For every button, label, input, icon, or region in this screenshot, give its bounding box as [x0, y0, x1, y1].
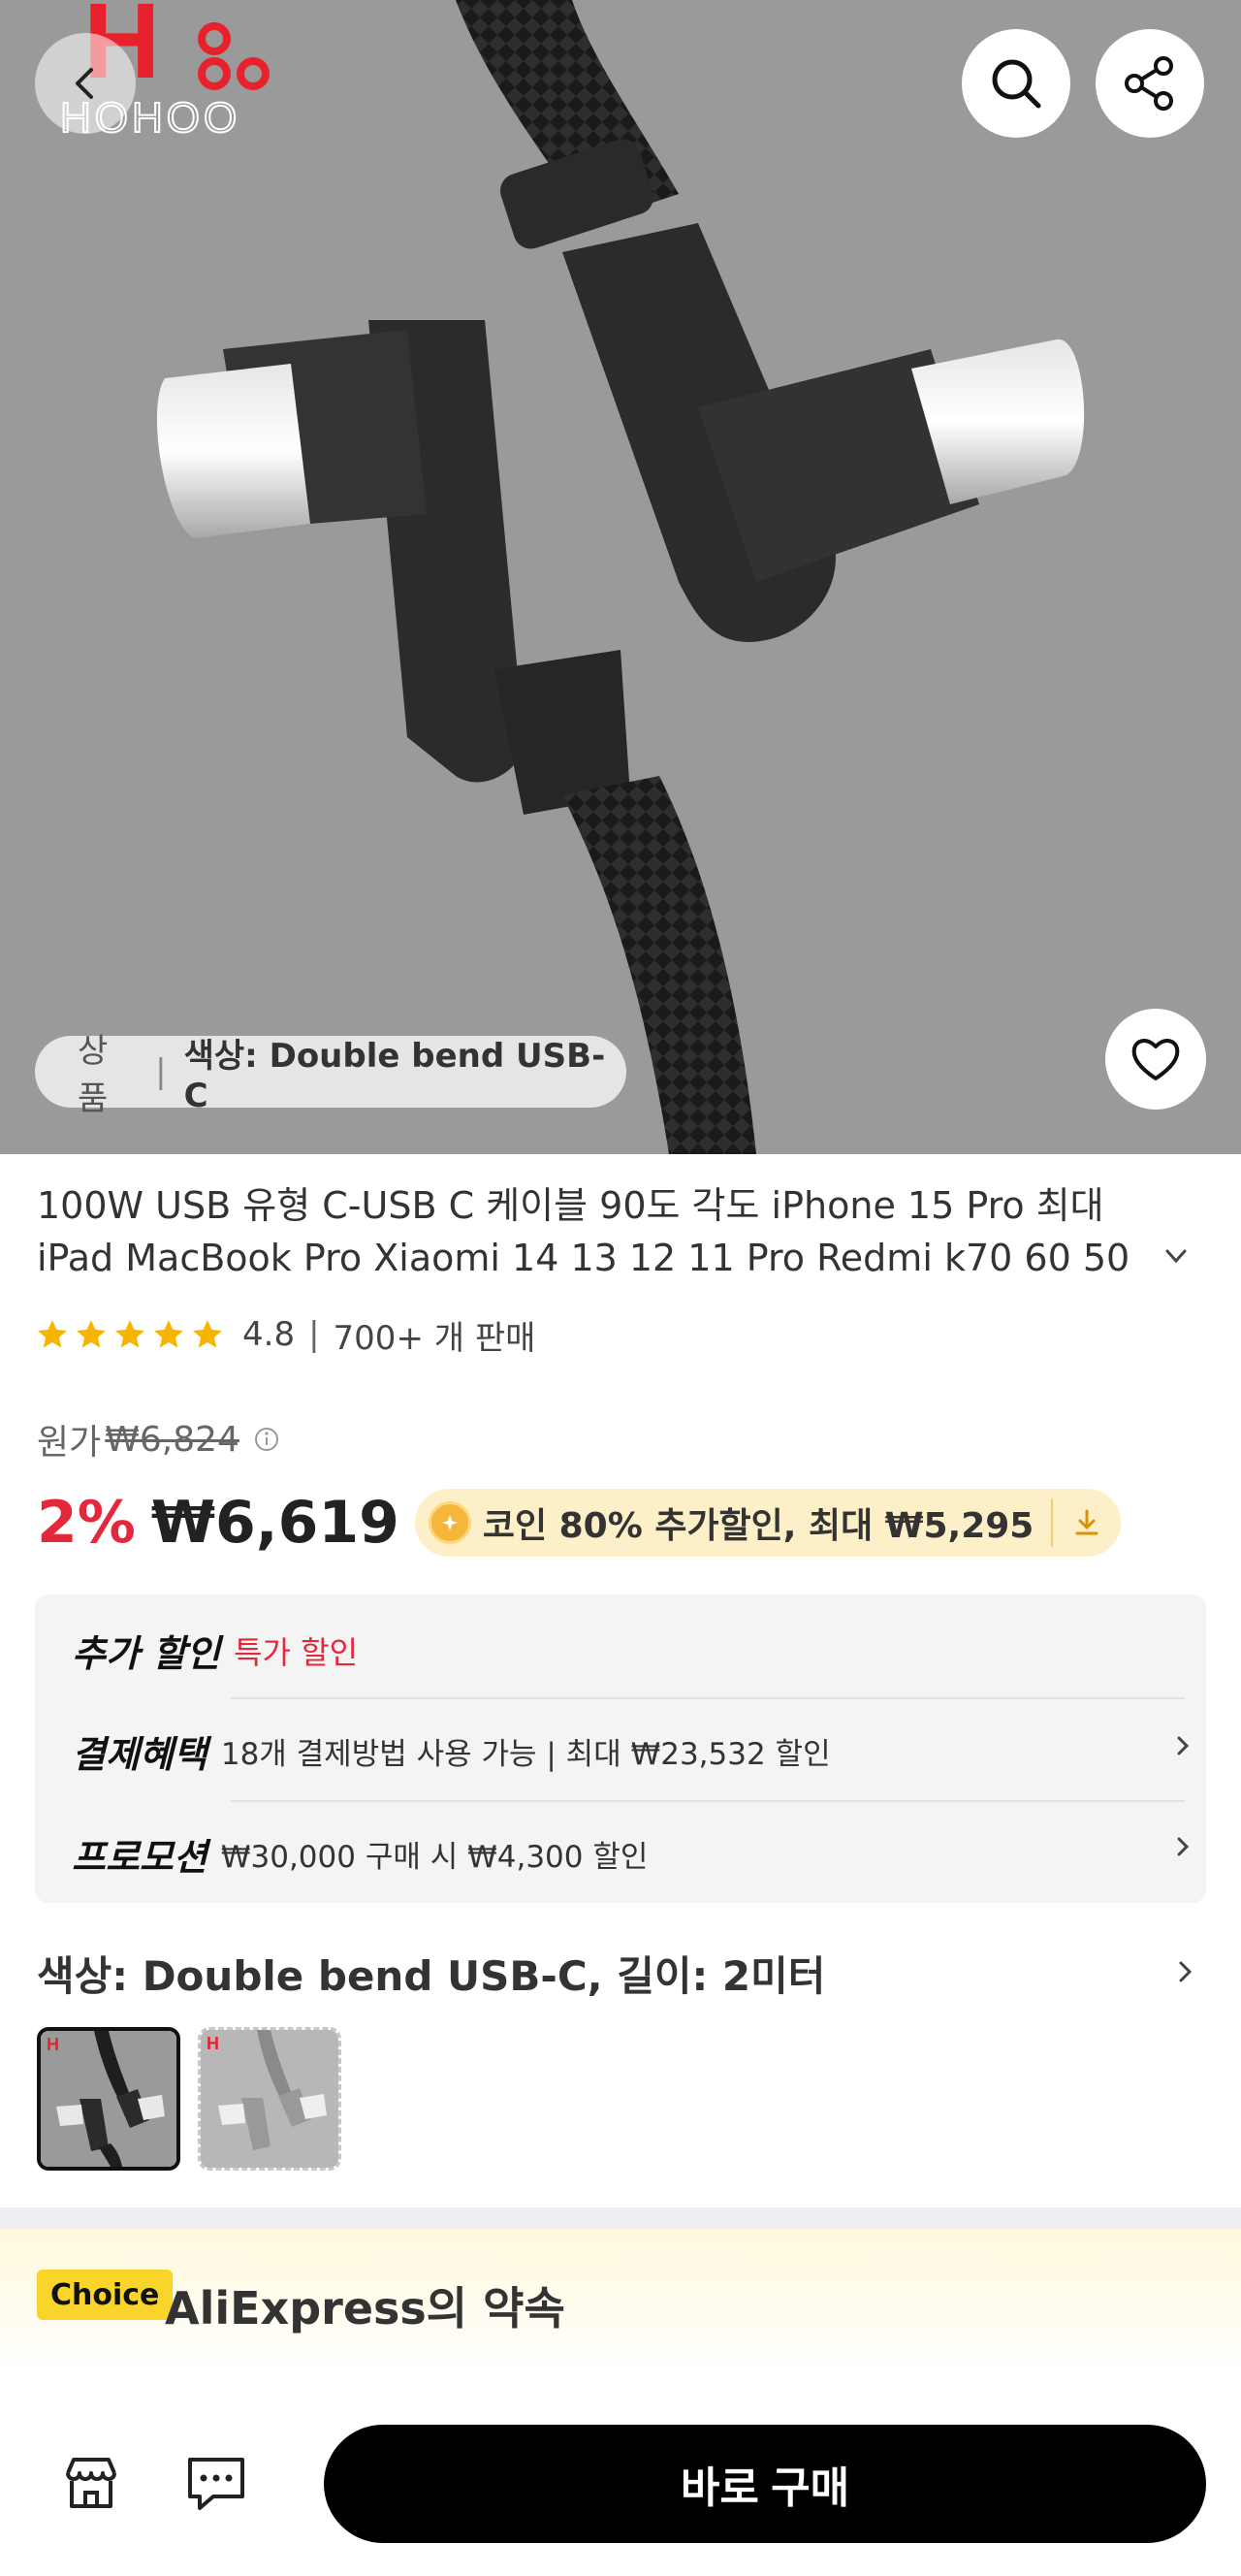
star-icon	[115, 1320, 144, 1348]
rating-stars	[35, 1317, 225, 1352]
coin-discount-badge[interactable]: 코인 80% 추가할인, 최대 ₩5,295	[414, 1489, 1122, 1557]
tag-separator: |	[155, 1052, 167, 1091]
coin-icon	[428, 1501, 471, 1544]
promotions-panel: 추가 할인 특가 할인 결제혜택 18개 결제방법 사용 가능 | 최대 ₩23…	[35, 1594, 1206, 1903]
promo-divider	[231, 1800, 1185, 1802]
variant-selector-title[interactable]: 색상: Double bend USB-C, 길이: 2미터	[37, 1944, 825, 2003]
coin-discount-text: 코인 80% 추가할인, 최대 ₩5,295	[482, 1506, 1034, 1546]
rating-row[interactable]: 4.8 | 700+ 개 판매	[35, 1311, 535, 1358]
search-icon	[992, 59, 1041, 109]
buy-now-button[interactable]: 바로 구매	[324, 2425, 1206, 2543]
chevron-right-icon[interactable]	[1169, 1732, 1196, 1759]
extra-discount-value: 특가 할인	[234, 1633, 359, 1671]
back-button[interactable]	[35, 33, 136, 134]
promotion-value: ₩30,000 구매 시 ₩4,300 할인	[220, 1840, 649, 1875]
star-icon	[154, 1320, 183, 1348]
original-price-row: 원가 ₩6,824	[37, 1414, 280, 1465]
payment-benefit-row[interactable]: 결제혜택 18개 결제방법 사용 가능 | 최대 ₩23,532 할인	[72, 1724, 831, 1778]
promotion-row[interactable]: 프로모션 ₩30,000 구매 시 ₩4,300 할인	[72, 1827, 648, 1881]
search-button[interactable]	[962, 29, 1070, 138]
chevron-right-icon[interactable]	[1171, 1957, 1200, 1986]
info-icon[interactable]	[253, 1426, 280, 1453]
download-icon[interactable]	[1070, 1506, 1103, 1539]
variant-thumbnail-image: H	[201, 2030, 338, 2168]
product-title-line-2: iPad MacBook Pro Xiaomi 14 13 12 11 Pro …	[37, 1237, 1130, 1279]
tag-prefix: 상품	[78, 1032, 109, 1118]
store-button[interactable]	[60, 2452, 122, 2518]
extra-discount-label: 추가 할인	[72, 1632, 221, 1675]
choice-badge: Choice	[37, 2270, 174, 2320]
variant-thumbnail[interactable]: H	[198, 2027, 341, 2171]
coin-divider	[1051, 1498, 1054, 1547]
wishlist-button[interactable]	[1105, 1009, 1206, 1110]
chevron-right-icon[interactable]	[1169, 1833, 1196, 1860]
product-title-line-1: 100W USB 유형 C-USB C 케이블 90도 각도 iPhone 15…	[37, 1184, 1104, 1227]
section-divider	[0, 2207, 1241, 2229]
share-button[interactable]	[1096, 29, 1204, 138]
star-icon	[77, 1320, 106, 1348]
expand-title-chevron-down-icon[interactable]	[1161, 1241, 1191, 1271]
share-icon	[1125, 56, 1173, 111]
payment-benefit-value: 18개 결제방법 사용 가능 | 최대 ₩23,532 할인	[220, 1737, 831, 1772]
chat-button[interactable]	[184, 2454, 248, 2518]
svg-text:H: H	[47, 2035, 59, 2054]
price-row: 2% ₩6,619 코인 80% 추가할인, 최대 ₩5,295	[37, 1484, 1122, 1562]
tag-value: 색상: Double bend USB-C	[183, 1036, 606, 1115]
variant-thumbnail-selected[interactable]: H	[37, 2027, 180, 2171]
product-title[interactable]: 100W USB 유형 C-USB C 케이블 90도 각도 iPhone 15…	[37, 1179, 1191, 1284]
extra-discount-row: 추가 할인 특가 할인	[72, 1624, 358, 1677]
svg-text:H: H	[207, 2034, 219, 2053]
star-icon	[193, 1320, 222, 1348]
choice-promise-title[interactable]: AliExpress의 약속	[165, 2273, 565, 2337]
variant-tag-pill[interactable]: 상품 | 색상: Double bend USB-C	[35, 1032, 626, 1118]
rating-value: 4.8	[242, 1315, 296, 1354]
chat-icon	[188, 2458, 244, 2510]
payment-benefit-label: 결제혜택	[72, 1733, 207, 1776]
sold-count: 700+ 개 판매	[333, 1318, 536, 1358]
variant-thumbnail-image: H	[41, 2031, 176, 2167]
promo-divider	[231, 1697, 1185, 1699]
rating-separator: |	[308, 1315, 320, 1354]
star-icon	[38, 1320, 67, 1348]
store-icon	[66, 2458, 116, 2508]
sale-price: ₩6,619	[150, 1489, 399, 1557]
original-price-label: 원가	[37, 1423, 102, 1463]
promotion-label: 프로모션	[72, 1836, 207, 1879]
heart-icon	[1131, 1039, 1180, 1080]
chevron-left-icon	[76, 68, 93, 99]
product-image-gallery[interactable]: H HOHOO 상품 | 색상: Double bend USB-C	[0, 0, 1241, 1154]
original-price: ₩6,824	[105, 1419, 239, 1460]
discount-percent: 2%	[37, 1489, 136, 1557]
product-photo	[156, 0, 1085, 1154]
